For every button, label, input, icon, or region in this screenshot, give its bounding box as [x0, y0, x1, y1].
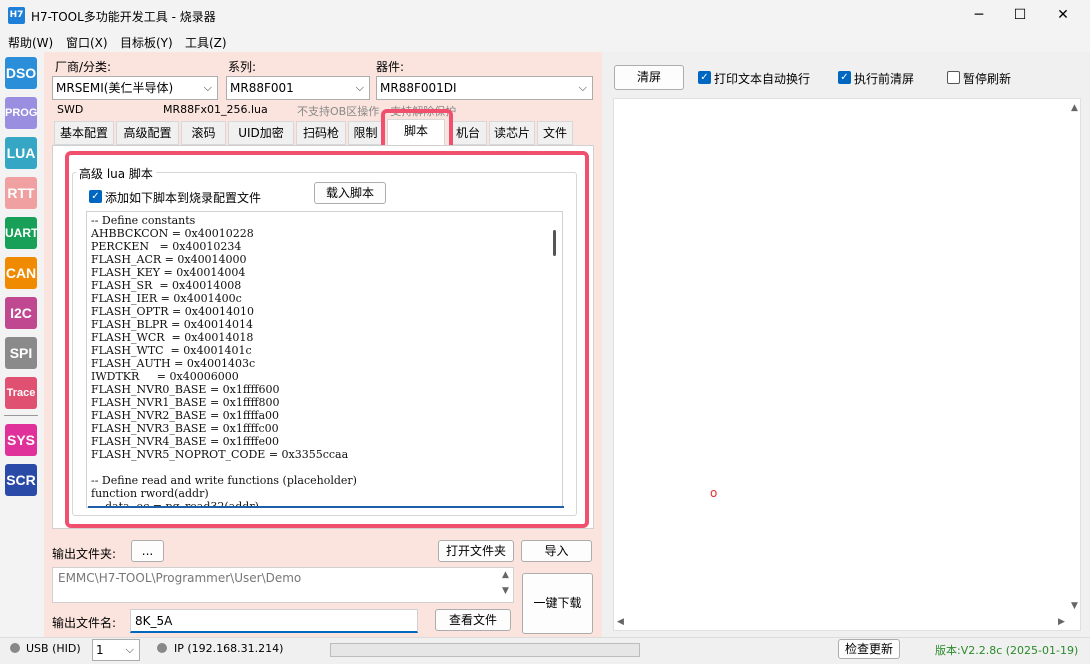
browse-folder-button[interactable]: ...: [131, 540, 164, 562]
log-text: o: [710, 486, 718, 500]
close-button[interactable]: ✕: [1040, 0, 1086, 30]
series-select[interactable]: MR88F001 ⌵: [226, 76, 370, 100]
import-button[interactable]: 导入: [521, 540, 592, 562]
tool-sys-button[interactable]: SYS: [5, 424, 37, 456]
usb-status-text: USB (HID): [26, 642, 81, 655]
tab-limits[interactable]: 限制: [348, 121, 383, 145]
clear-screen-button[interactable]: 清屏: [614, 65, 684, 90]
output-filename-input[interactable]: 8K_5A: [130, 609, 418, 633]
log-scroll-left-icon[interactable]: ◀: [617, 617, 624, 627]
menu-window[interactable]: 窗口(X): [66, 34, 108, 51]
scroll-down-icon[interactable]: ▼: [502, 586, 509, 596]
tab-scanner[interactable]: 扫码枪: [296, 121, 346, 145]
output-path-field[interactable]: EMMC\H7-TOOL\Programmer\User\Demo: [52, 567, 514, 603]
sidebar-divider: [4, 415, 38, 416]
content-highlight-frame: [65, 151, 589, 528]
pause-refresh-label: 暂停刷新: [963, 72, 1012, 86]
ip-status-text: IP (192.168.31.214): [174, 642, 284, 655]
chevron-down-icon: ⌵: [578, 81, 587, 94]
lua-file-text: MR88Fx01_256.lua: [163, 103, 268, 116]
pause-refresh-checkbox[interactable]: [947, 71, 960, 84]
tool-can-button[interactable]: CAN: [5, 257, 37, 289]
view-file-button[interactable]: 查看文件: [435, 609, 511, 631]
ip-status-dot: [157, 643, 167, 653]
one-click-download-button[interactable]: 一键下载: [522, 573, 593, 634]
log-scroll-right-icon[interactable]: ▶: [1058, 617, 1065, 627]
log-scroll-up-icon[interactable]: ▲: [1071, 103, 1078, 113]
port-select[interactable]: 1 ⌵: [92, 639, 140, 661]
tool-sidebar: DSO PROG LUA RTT UART CAN I2C SPI Trace …: [0, 52, 44, 637]
menu-tools[interactable]: 工具(Z): [185, 34, 227, 51]
output-folder-label: 输出文件夹:: [52, 547, 117, 561]
output-filename-label: 输出文件名:: [52, 616, 117, 630]
device-select[interactable]: MR88F001DI ⌵: [376, 76, 593, 100]
chevron-down-icon: ⌵: [203, 81, 212, 94]
check-update-button[interactable]: 检查更新: [838, 639, 900, 659]
tab-machine[interactable]: 机台: [449, 121, 487, 145]
log-scroll-down-icon[interactable]: ▼: [1071, 601, 1078, 611]
tab-rolling-code[interactable]: 滚码: [181, 121, 226, 145]
tab-uid-encrypt[interactable]: UID加密: [228, 121, 294, 145]
tab-basic-config[interactable]: 基本配置: [54, 121, 114, 145]
tool-dso-button[interactable]: DSO: [5, 57, 37, 89]
scroll-up-icon[interactable]: ▲: [502, 570, 509, 580]
menu-help[interactable]: 帮助(W): [8, 34, 53, 51]
version-text: 版本:V2.2.8c (2025-01-19): [935, 644, 1079, 657]
vendor-select[interactable]: MRSEMI(美仁半导体) ⌵: [52, 76, 218, 100]
clear-before-run-checkbox[interactable]: ✓: [838, 71, 851, 84]
chevron-down-icon: ⌵: [125, 643, 134, 656]
tool-prog-button[interactable]: PROG: [5, 97, 37, 129]
port-select-value: 1: [96, 643, 104, 657]
tool-trace-button[interactable]: Trace: [5, 377, 37, 409]
maximize-button[interactable]: ☐: [997, 0, 1043, 30]
tool-lua-button[interactable]: LUA: [5, 137, 37, 169]
interface-text: SWD: [57, 103, 84, 116]
progress-bar: [330, 643, 640, 657]
usb-status-dot: [10, 643, 20, 653]
window-title: H7-TOOL多功能开发工具 - 烧录器: [31, 10, 216, 24]
tab-read-chip[interactable]: 读芯片: [489, 121, 535, 145]
auto-wrap-checkbox[interactable]: ✓: [698, 71, 711, 84]
chevron-down-icon: ⌵: [355, 81, 364, 94]
log-output-area[interactable]: [613, 98, 1081, 631]
app-icon: H7: [8, 7, 25, 24]
series-label: 系列:: [228, 60, 257, 74]
device-select-value: MR88F001DI: [380, 81, 457, 95]
tool-spi-button[interactable]: SPI: [5, 337, 37, 369]
title-bar: H7 H7-TOOL多功能开发工具 - 烧录器: [0, 0, 1090, 30]
menu-target[interactable]: 目标板(Y): [120, 34, 173, 51]
clear-before-run-label: 执行前清屏: [854, 72, 915, 86]
open-folder-button[interactable]: 打开文件夹: [438, 540, 514, 562]
tab-file[interactable]: 文件: [537, 121, 573, 145]
vendor-select-value: MRSEMI(美仁半导体): [56, 81, 174, 95]
tab-advanced-config[interactable]: 高级配置: [116, 121, 179, 145]
minimize-button-real[interactable]: ─: [956, 0, 1002, 30]
tool-uart-button[interactable]: UART: [5, 217, 38, 249]
tool-rtt-button[interactable]: RTT: [5, 177, 37, 209]
tool-i2c-button[interactable]: I2C: [5, 297, 37, 329]
menu-bar: 帮助(W) 窗口(X) 目标板(Y) 工具(Z): [0, 30, 1090, 52]
device-label: 器件:: [376, 60, 405, 74]
series-select-value: MR88F001: [230, 81, 294, 95]
vendor-label: 厂商/分类:: [55, 60, 112, 74]
tool-scr-button[interactable]: SCR: [5, 464, 37, 496]
auto-wrap-label: 打印文本自动换行: [714, 72, 811, 86]
